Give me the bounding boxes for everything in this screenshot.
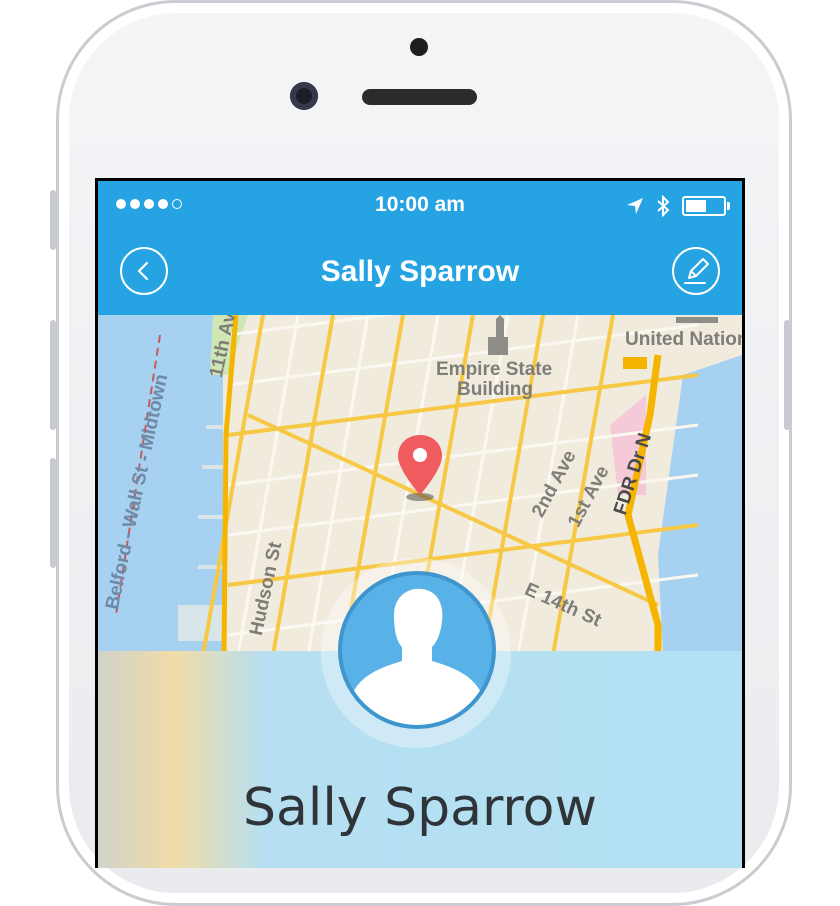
volume-up-button (50, 320, 56, 430)
compose-icon (684, 258, 709, 284)
status-bar: 10:00 am (98, 181, 742, 231)
app-header: 10:00 am Sally Sparrow (98, 181, 742, 315)
map-label-empire-line1: Empire State (436, 359, 553, 380)
person-silhouette-icon (352, 588, 482, 725)
proximity-sensor (410, 38, 428, 56)
mute-switch (50, 190, 56, 250)
navigation-bar: Sally Sparrow (98, 231, 742, 315)
front-camera (290, 82, 318, 110)
earpiece-speaker (362, 89, 477, 105)
volume-down-button (50, 458, 56, 568)
power-button (784, 320, 790, 430)
bluetooth-icon (657, 195, 670, 217)
map-label-united-nations: United Nations (625, 329, 742, 350)
location-arrow-icon (627, 198, 643, 214)
status-icons (626, 195, 730, 217)
edit-button[interactable] (672, 247, 720, 295)
page-title: Sally Sparrow (320, 255, 520, 288)
battery-icon (682, 196, 730, 216)
profile-name: Sally Sparrow (243, 778, 597, 838)
phone-screen: 10:00 am Sally Sparrow 11th Ave Belford … (95, 178, 745, 868)
avatar[interactable] (338, 571, 496, 729)
map-pin-icon[interactable] (394, 433, 446, 505)
map-label-empire-line2: Building (457, 379, 533, 400)
